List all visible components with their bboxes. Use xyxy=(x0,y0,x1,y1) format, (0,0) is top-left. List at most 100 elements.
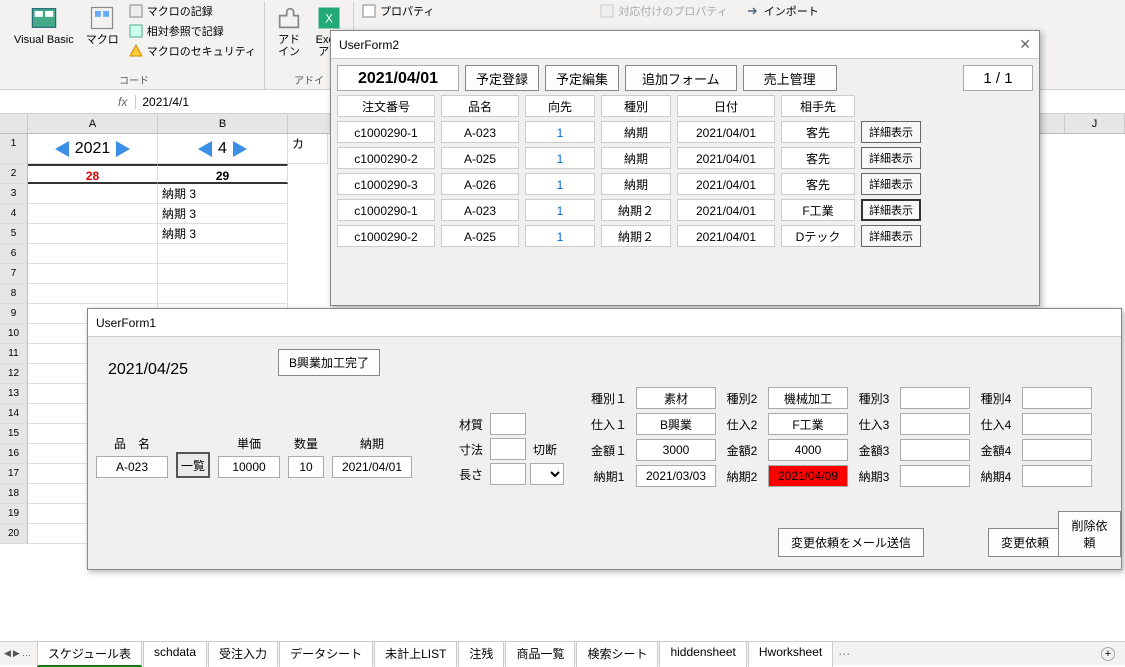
grid-cell[interactable] xyxy=(158,244,288,264)
uf1-amt2-input[interactable] xyxy=(768,439,848,461)
row-header-8[interactable]: 8 xyxy=(0,284,28,304)
uf1-type2-input[interactable] xyxy=(768,387,848,409)
sheet-tab[interactable]: Hworksheet xyxy=(748,641,833,667)
uf1-due1-input[interactable] xyxy=(636,465,716,487)
visual-basic-button[interactable]: Visual Basic xyxy=(10,2,78,48)
grid-cell[interactable] xyxy=(158,284,288,304)
uf2-detail-button[interactable]: 詳細表示 xyxy=(861,199,921,221)
uf2-sales-button[interactable]: 売上管理 xyxy=(743,65,837,91)
uf1-change-button[interactable]: 変更依頼 xyxy=(988,528,1062,557)
sheet-tab[interactable]: 商品一覧 xyxy=(505,641,575,667)
sheet-tab[interactable]: データシート xyxy=(279,641,373,667)
year-next-button[interactable] xyxy=(116,141,130,157)
col-header-b[interactable]: B xyxy=(158,114,288,133)
new-sheet-button[interactable]: + xyxy=(1101,647,1115,661)
uf1-len-input[interactable] xyxy=(490,463,526,485)
sheet-tab[interactable]: hiddensheet xyxy=(659,641,746,667)
uf2-detail-button[interactable]: 詳細表示 xyxy=(861,173,921,195)
uf1-amt4-input[interactable] xyxy=(1022,439,1092,461)
grid-cell[interactable]: 納期 3 xyxy=(158,224,288,244)
addin-button[interactable]: アド イン xyxy=(271,2,307,60)
uf1-buy2-input[interactable] xyxy=(768,413,848,435)
sheet-tab[interactable]: 注残 xyxy=(458,641,504,667)
uf1-amt1-input[interactable] xyxy=(636,439,716,461)
row-header-13[interactable]: 13 xyxy=(0,384,28,404)
import-button[interactable]: インポート xyxy=(744,2,821,20)
grid-cell[interactable]: 納期 3 xyxy=(158,184,288,204)
row-header-6[interactable]: 6 xyxy=(0,244,28,264)
uf1-bdone-button[interactable]: B興業加工完了 xyxy=(278,349,380,376)
uf1-mail-button[interactable]: 変更依頼をメール送信 xyxy=(778,528,924,557)
col-header-a[interactable]: A xyxy=(28,114,158,133)
grid-cell[interactable] xyxy=(28,284,158,304)
grid-cell[interactable]: 納期 3 xyxy=(158,204,288,224)
uf1-buy1-input[interactable] xyxy=(636,413,716,435)
grid-cell[interactable] xyxy=(158,264,288,284)
uf2-detail-button[interactable]: 詳細表示 xyxy=(861,147,921,169)
month-prev-button[interactable] xyxy=(198,141,212,157)
uf1-type3-input[interactable] xyxy=(900,387,970,409)
grid-cell[interactable] xyxy=(28,264,158,284)
row-header-16[interactable]: 16 xyxy=(0,444,28,464)
uf2-detail-button[interactable]: 詳細表示 xyxy=(861,121,921,143)
row-header-4[interactable]: 4 xyxy=(0,204,28,224)
row-header-10[interactable]: 10 xyxy=(0,324,28,344)
uf1-dim-input[interactable] xyxy=(490,438,526,460)
row-header-11[interactable]: 11 xyxy=(0,344,28,364)
uf2-edit-button[interactable]: 予定編集 xyxy=(545,65,619,91)
row-header-17[interactable]: 17 xyxy=(0,464,28,484)
uf1-delete-button[interactable]: 削除依頼 xyxy=(1058,511,1121,557)
fx-icon[interactable]: fx xyxy=(110,95,136,109)
grid-cell[interactable] xyxy=(28,184,158,204)
uf1-qty-input[interactable] xyxy=(288,456,324,478)
row-header-7[interactable]: 7 xyxy=(0,264,28,284)
name-box[interactable] xyxy=(0,93,110,111)
uf1-cut-select[interactable] xyxy=(530,463,564,485)
tab-more-icon[interactable]: ⋯ xyxy=(838,647,850,661)
row-header-20[interactable]: 20 xyxy=(0,524,28,544)
uf1-price-input[interactable] xyxy=(218,456,280,478)
uf1-mat-input[interactable] xyxy=(490,413,526,435)
grid-cell[interactable] xyxy=(28,224,158,244)
row-header-15[interactable]: 15 xyxy=(0,424,28,444)
sheet-tab[interactable]: スケジュール表 xyxy=(37,641,142,667)
property-button[interactable]: プロパティ xyxy=(360,2,436,20)
row-header-14[interactable]: 14 xyxy=(0,404,28,424)
sheet-tab[interactable]: 未計上LIST xyxy=(374,641,457,667)
uf1-due3-input[interactable] xyxy=(900,465,970,487)
uf2-addform-button[interactable]: 追加フォーム xyxy=(625,65,737,91)
uf1-buy4-input[interactable] xyxy=(1022,413,1092,435)
year-prev-button[interactable] xyxy=(55,141,69,157)
uf1-buy3-input[interactable] xyxy=(900,413,970,435)
tab-nav-prev[interactable]: ▶ xyxy=(13,648,20,659)
row-header-5[interactable]: 5 xyxy=(0,224,28,244)
map-property-button[interactable]: 対応付けのプロパティ xyxy=(598,2,729,20)
uf1-due2-input[interactable] xyxy=(768,465,848,487)
select-all-cell[interactable] xyxy=(0,114,28,133)
uf1-due4-input[interactable] xyxy=(1022,465,1092,487)
tab-nav-more[interactable]: … xyxy=(22,648,31,659)
macro-button[interactable]: マクロ xyxy=(82,2,123,48)
row-header-18[interactable]: 18 xyxy=(0,484,28,504)
sheet-tab[interactable]: 検索シート xyxy=(576,641,658,667)
grid-cell[interactable] xyxy=(28,204,158,224)
row-header-3[interactable]: 3 xyxy=(0,184,28,204)
sheet-tab[interactable]: 受注入力 xyxy=(208,641,278,667)
row-header-12[interactable]: 12 xyxy=(0,364,28,384)
row-header-9[interactable]: 9 xyxy=(0,304,28,324)
col-header-j[interactable]: J xyxy=(1065,114,1125,133)
uf2-detail-button[interactable]: 詳細表示 xyxy=(861,225,921,247)
row-header-2[interactable]: 2 xyxy=(0,164,28,184)
userform2-close-icon[interactable]: ✕ xyxy=(1019,36,1031,53)
uf1-name-input[interactable] xyxy=(96,456,168,478)
uf1-amt3-input[interactable] xyxy=(900,439,970,461)
relative-ref-button[interactable]: 相対参照で記録 xyxy=(127,22,258,40)
uf1-type4-input[interactable] xyxy=(1022,387,1092,409)
row-header-1[interactable]: 1 xyxy=(0,134,28,164)
uf1-list-button[interactable]: 一覧 xyxy=(176,452,210,478)
macro-security-button[interactable]: マクロのセキュリティ xyxy=(127,42,258,60)
record-macro-button[interactable]: マクロの記録 xyxy=(127,2,258,20)
uf1-due-input[interactable] xyxy=(332,456,412,478)
row-header-19[interactable]: 19 xyxy=(0,504,28,524)
sheet-tab[interactable]: schdata xyxy=(143,641,207,667)
